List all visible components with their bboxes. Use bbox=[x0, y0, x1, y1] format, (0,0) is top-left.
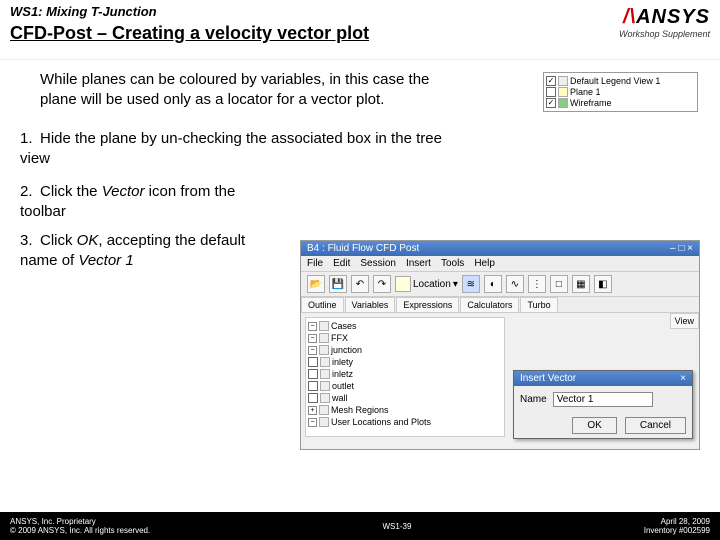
menu-edit[interactable]: Edit bbox=[333, 258, 350, 269]
name-label: Name bbox=[520, 394, 547, 405]
view-button[interactable]: View bbox=[670, 313, 699, 329]
dialog-name-row: Name bbox=[514, 386, 692, 413]
step-1: 1.Hide the plane by un-checking the asso… bbox=[20, 129, 450, 168]
vector-icon[interactable]: ≋ bbox=[462, 275, 480, 293]
bc-icon bbox=[320, 357, 330, 367]
domain-icon bbox=[319, 345, 329, 355]
legend-icon bbox=[558, 76, 568, 86]
undo-icon[interactable]: ↶ bbox=[351, 275, 369, 293]
contour-icon[interactable]: ◐ bbox=[484, 275, 502, 293]
slide-title: CFD-Post – Creating a velocity vector pl… bbox=[10, 23, 710, 44]
bc-icon bbox=[320, 393, 330, 403]
tree-inletz[interactable]: inletz bbox=[308, 368, 502, 380]
window-controls[interactable]: – □ × bbox=[670, 243, 693, 254]
checkbox-icon[interactable]: ✓ bbox=[546, 98, 556, 108]
tree-wall[interactable]: wall bbox=[308, 392, 502, 404]
workshop-label: WS1: Mixing T-Junction bbox=[10, 4, 710, 19]
left-tabs: Outline Variables Expressions Calculator… bbox=[301, 297, 699, 313]
footer-center: WS1-39 bbox=[383, 522, 412, 531]
open-icon[interactable]: 📂 bbox=[307, 275, 325, 293]
checkbox-icon[interactable] bbox=[546, 87, 556, 97]
close-icon[interactable]: × bbox=[680, 373, 686, 384]
tree-outlet[interactable]: outlet bbox=[308, 380, 502, 392]
tree-row-wireframe: ✓Wireframe bbox=[546, 98, 695, 108]
redo-icon[interactable]: ↷ bbox=[373, 275, 391, 293]
cancel-button[interactable]: Cancel bbox=[625, 417, 686, 434]
window-title: B4 : Fluid Flow CFD Post bbox=[307, 243, 419, 254]
misc3-icon[interactable]: ◧ bbox=[594, 275, 612, 293]
wireframe-icon bbox=[558, 98, 568, 108]
mesh-icon bbox=[319, 405, 329, 415]
tab-turbo[interactable]: Turbo bbox=[520, 297, 557, 312]
name-input[interactable] bbox=[553, 392, 653, 407]
dialog-title: Insert Vector bbox=[520, 373, 576, 384]
save-icon[interactable]: 💾 bbox=[329, 275, 347, 293]
tree-mesh[interactable]: +Mesh Regions bbox=[308, 404, 502, 416]
supplement-label: Workshop Supplement bbox=[619, 29, 710, 39]
tree-ffx[interactable]: −FFX bbox=[308, 332, 502, 344]
tree-row-legend: ✓Default Legend View 1 bbox=[546, 76, 695, 86]
dialog-buttons: OK Cancel bbox=[514, 413, 692, 438]
outline-tree: −Cases −FFX −junction inlety inletz outl… bbox=[305, 317, 505, 437]
intro-text: While planes can be coloured by variable… bbox=[40, 70, 440, 109]
tree-row-plane: Plane 1 bbox=[546, 87, 695, 97]
tree-junction[interactable]: −junction bbox=[308, 344, 502, 356]
location-icon bbox=[395, 276, 411, 292]
tab-variables[interactable]: Variables bbox=[345, 297, 396, 312]
ansys-logo: /\ANSYS bbox=[619, 6, 710, 29]
particle-icon[interactable]: ⋮ bbox=[528, 275, 546, 293]
logo-area: /\ANSYS Workshop Supplement bbox=[619, 6, 710, 39]
footer-right: April 28, 2009 Inventory #002599 bbox=[644, 517, 710, 535]
ok-button[interactable]: OK bbox=[572, 417, 616, 434]
app-window: B4 : Fluid Flow CFD Post – □ × File Edit… bbox=[300, 240, 700, 450]
insert-vector-dialog: Insert Vector × Name OK Cancel bbox=[513, 370, 693, 439]
menu-help[interactable]: Help bbox=[474, 258, 495, 269]
tab-calculators[interactable]: Calculators bbox=[460, 297, 519, 312]
tree-ulp[interactable]: −User Locations and Plots bbox=[308, 416, 502, 428]
tab-outline[interactable]: Outline bbox=[301, 297, 344, 312]
location-dropdown[interactable]: Location▾ bbox=[395, 276, 458, 292]
menu-file[interactable]: File bbox=[307, 258, 323, 269]
menu-session[interactable]: Session bbox=[360, 258, 396, 269]
dialog-titlebar: Insert Vector × bbox=[514, 371, 692, 386]
slide-footer: ANSYS, Inc. Proprietary © 2009 ANSYS, In… bbox=[0, 512, 720, 540]
window-titlebar: B4 : Fluid Flow CFD Post – □ × bbox=[301, 241, 699, 256]
footer-left: ANSYS, Inc. Proprietary © 2009 ANSYS, In… bbox=[10, 517, 150, 535]
streamline-icon[interactable]: ∿ bbox=[506, 275, 524, 293]
tree-inlety[interactable]: inlety bbox=[308, 356, 502, 368]
step-2: 2.Click the Vector icon from the toolbar bbox=[20, 182, 250, 221]
misc2-icon[interactable]: ▦ bbox=[572, 275, 590, 293]
checkbox-icon[interactable]: ✓ bbox=[546, 76, 556, 86]
bc-icon bbox=[320, 369, 330, 379]
tree-cases[interactable]: −Cases bbox=[308, 320, 502, 332]
menu-bar: File Edit Session Insert Tools Help bbox=[301, 256, 699, 272]
toolbar: 📂 💾 ↶ ↷ Location▾ ≋ ◐ ∿ ⋮ □ ▦ ◧ bbox=[301, 272, 699, 297]
folder-icon bbox=[319, 321, 329, 331]
case-icon bbox=[319, 333, 329, 343]
menu-insert[interactable]: Insert bbox=[406, 258, 431, 269]
menu-tools[interactable]: Tools bbox=[441, 258, 464, 269]
bc-icon bbox=[320, 381, 330, 391]
folder-icon bbox=[319, 417, 329, 427]
plane-icon bbox=[558, 87, 568, 97]
misc-icon[interactable]: □ bbox=[550, 275, 568, 293]
slide-header: WS1: Mixing T-Junction CFD-Post – Creati… bbox=[0, 0, 720, 60]
tree-clip: ✓Default Legend View 1 Plane 1 ✓Wirefram… bbox=[543, 72, 698, 112]
step-3: 3.Click OK, accepting the default name o… bbox=[20, 231, 250, 270]
tab-expressions[interactable]: Expressions bbox=[396, 297, 459, 312]
